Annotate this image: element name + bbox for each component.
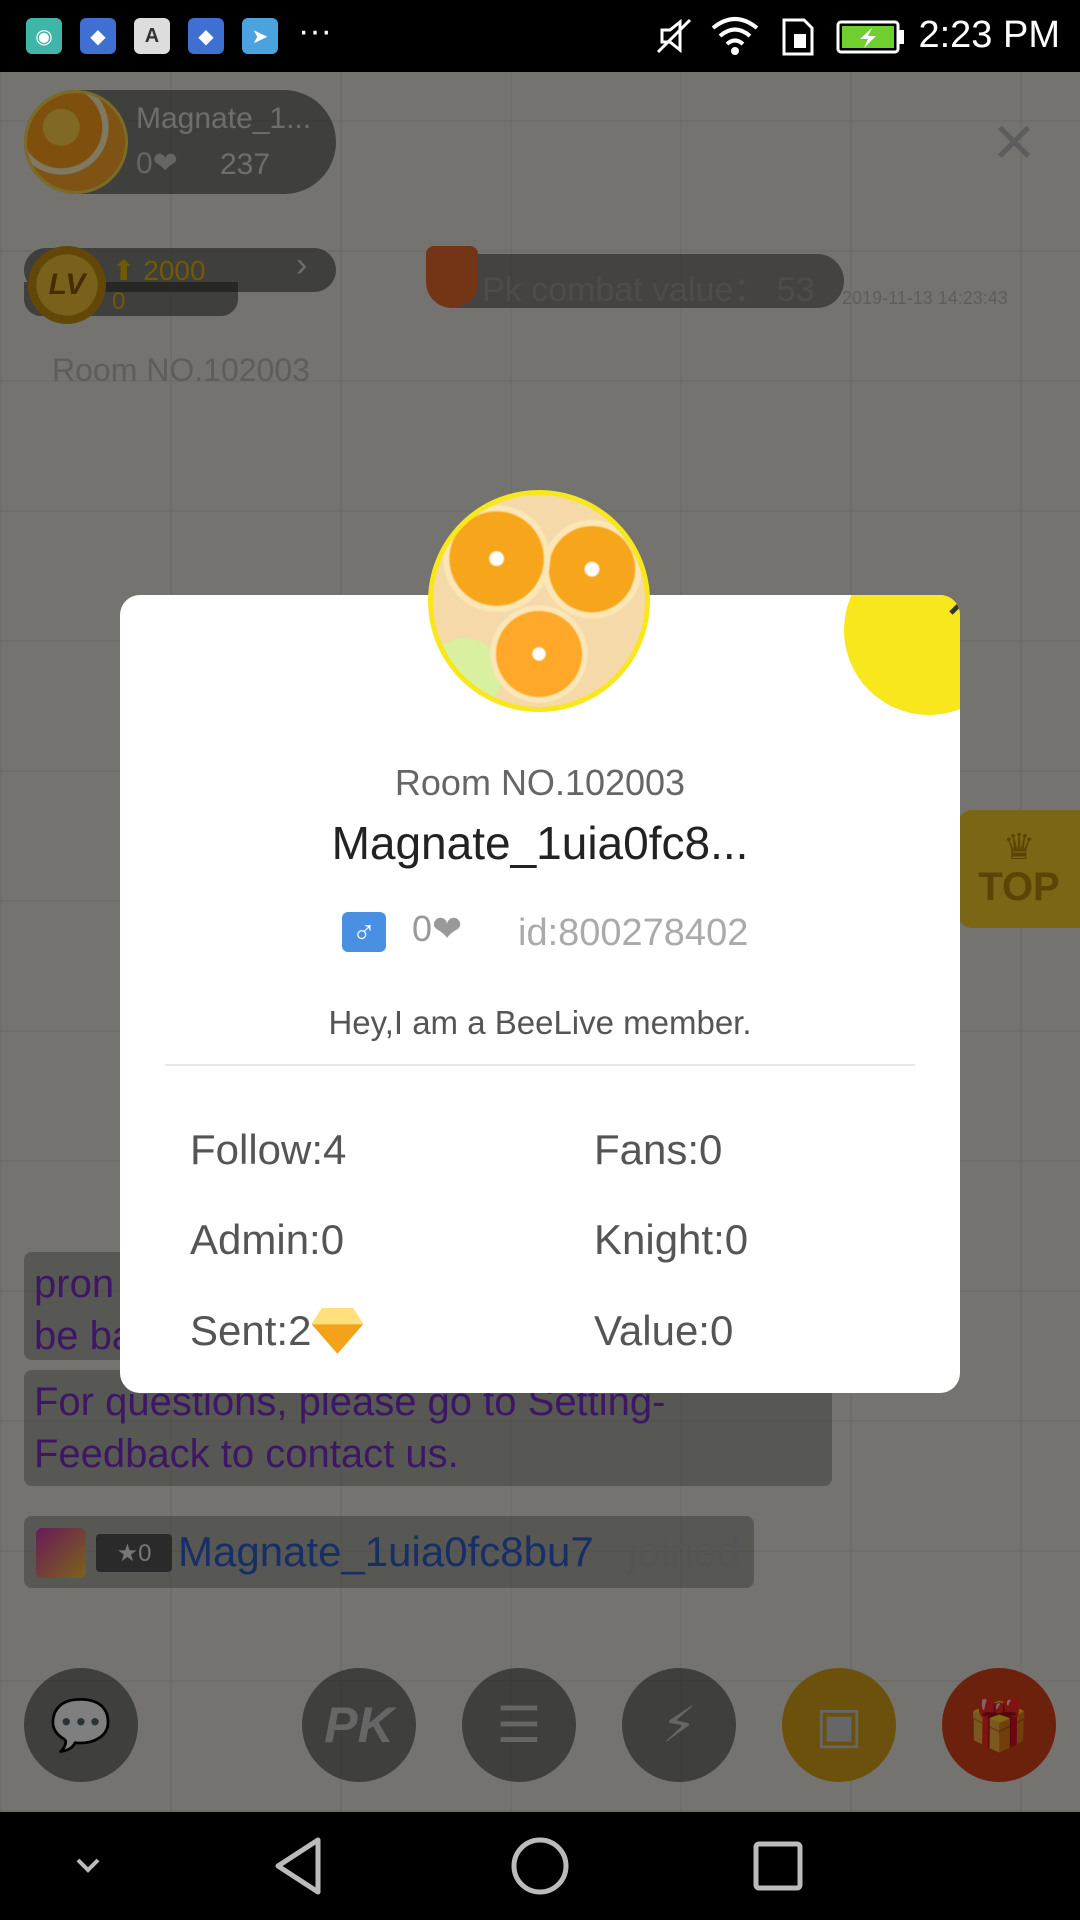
- battery-icon: [836, 20, 904, 54]
- profile-room-number: Room NO.102003: [394, 762, 686, 803]
- profile-id: id:800278402: [518, 912, 749, 954]
- profile-avatar[interactable]: [428, 490, 650, 712]
- admin-count: Admin:0: [190, 1216, 345, 1263]
- recent-apps-icon[interactable]: [748, 1836, 808, 1896]
- male-gender-icon: ♂: [342, 912, 386, 952]
- knight-count: Knight:0: [594, 1216, 749, 1263]
- back-icon[interactable]: [268, 1834, 332, 1898]
- fans-count[interactable]: Fans:0: [594, 1126, 722, 1174]
- sent-stat: Sent:2: [190, 1307, 364, 1355]
- dialog-close-button[interactable]: ×: [844, 595, 960, 715]
- telegram-icon: ➤: [242, 18, 278, 54]
- diamond-icon: [311, 1307, 364, 1354]
- home-icon[interactable]: [508, 1834, 572, 1898]
- divider: [165, 1064, 915, 1066]
- follow-count[interactable]: Follow:4: [190, 1126, 346, 1174]
- chevron-down-icon[interactable]: [70, 1850, 106, 1880]
- profile-name: Magnate_1uia0fc8...: [331, 817, 749, 869]
- value-count: Value:0: [594, 1307, 734, 1354]
- close-icon: ×: [934, 595, 960, 632]
- status-bar: ◉ ◆ A ◆ ➤ ··· 2:23 PM: [0, 0, 1080, 72]
- user-profile-dialog: ×: [120, 595, 960, 1393]
- profile-bio: Hey,I am a BeeLive member.: [328, 1004, 752, 1041]
- wifi-icon: [711, 17, 759, 55]
- baidu-icon: ◆: [188, 18, 224, 54]
- sent-count: Sent:2: [190, 1307, 312, 1354]
- android-icon: ◉: [26, 18, 62, 54]
- mute-icon: [656, 18, 692, 54]
- more-notifications-icon: ···: [298, 12, 332, 50]
- font-icon: A: [134, 18, 170, 54]
- sim-icon: [782, 18, 814, 56]
- navigation-bar: [0, 1812, 1080, 1920]
- heart-level-icon: 0❤: [412, 908, 463, 949]
- clock: 2:23 PM: [918, 14, 1060, 56]
- baidu-icon: ◆: [80, 18, 116, 54]
